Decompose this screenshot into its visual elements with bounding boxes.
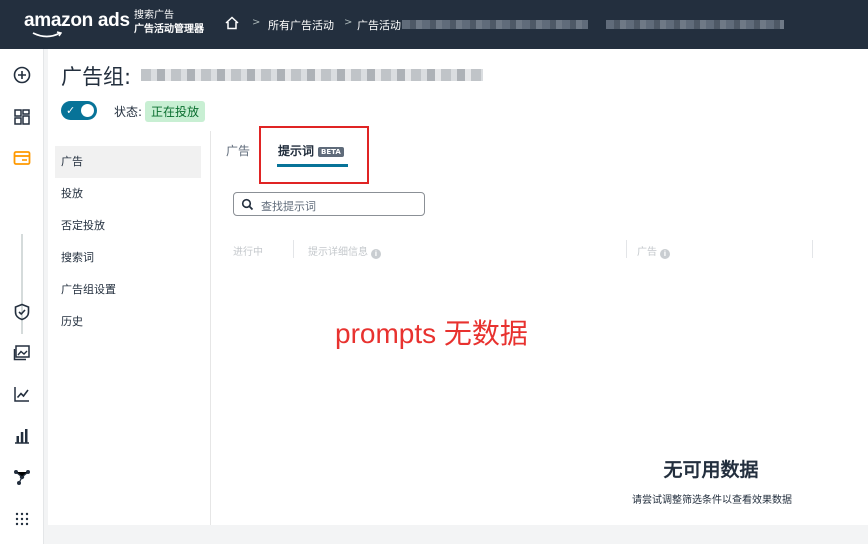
highlight-box xyxy=(259,126,369,184)
breadcrumb-separator: > xyxy=(344,17,353,28)
column-divider xyxy=(293,240,294,258)
left-icon-nav xyxy=(0,49,44,544)
page-title: 广告组: xyxy=(61,65,132,89)
subnav-item-search-terms[interactable]: 搜索词 xyxy=(55,242,201,274)
redacted-ad-group-name xyxy=(606,20,784,29)
line-chart-icon[interactable] xyxy=(12,384,32,404)
search-icon xyxy=(241,198,254,211)
image-gallery-icon[interactable] xyxy=(12,343,32,363)
amazon-ads-logo[interactable]: amazon ads xyxy=(24,10,130,32)
subnav-item-negative-targeting[interactable]: 否定投放 xyxy=(55,210,201,242)
column-header-active[interactable]: 进行中 xyxy=(233,243,263,258)
search-placeholder: 查找提示词 xyxy=(261,200,316,213)
dashboard-icon[interactable] xyxy=(12,107,32,127)
subnav-item-history[interactable]: 历史 xyxy=(55,306,201,338)
prompt-search-input[interactable]: 查找提示词 xyxy=(233,192,425,216)
toggle-knob xyxy=(81,104,94,117)
home-icon[interactable] xyxy=(224,15,240,31)
section-subnav: 广告 投放 否定投放 搜索词 广告组设置 历史 xyxy=(55,146,201,338)
status-badge: 正在投放 xyxy=(145,101,206,122)
column-header-ads[interactable]: 广告 i xyxy=(637,243,670,259)
top-bar: amazon ads 搜索广告 广告活动管理器 > 所有广告活动 > 广告活动 xyxy=(0,0,868,49)
main-content: 广告组: ✓ 状态: 正在投放 广告 投放 否定投放 搜索词 广告组设置 历史 … xyxy=(48,49,868,525)
product-name: 搜索广告 广告活动管理器 xyxy=(134,9,204,37)
product-line-2: 广告活动管理器 xyxy=(134,24,204,35)
network-icon[interactable] xyxy=(12,467,32,487)
info-icon[interactable]: i xyxy=(371,249,381,259)
empty-state-title: 无可用数据 xyxy=(663,459,759,481)
plus-circle-icon[interactable] xyxy=(12,65,32,85)
column-divider xyxy=(626,240,627,258)
logo-smile-icon xyxy=(32,31,62,38)
redacted-ad-group-title xyxy=(141,69,483,81)
subnav-item-targeting[interactable]: 投放 xyxy=(55,178,201,210)
column-header-ads-label: 广告 xyxy=(637,247,657,258)
column-divider xyxy=(812,240,813,258)
apps-grid-icon[interactable] xyxy=(12,509,32,529)
check-icon: ✓ xyxy=(66,104,76,117)
subnav-item-ads[interactable]: 广告 xyxy=(55,146,201,178)
annotation-text: prompts 无数据 xyxy=(335,318,528,349)
empty-state-subtitle: 请尝试调整筛选条件以查看效果数据 xyxy=(632,495,792,506)
breadcrumb-all-campaigns[interactable]: 所有广告活动 xyxy=(268,17,334,33)
tab-ads[interactable]: 广告 xyxy=(226,142,250,159)
campaign-icon[interactable] xyxy=(12,148,32,168)
column-header-prompt-details-label: 提示详细信息 xyxy=(308,247,368,258)
info-icon[interactable]: i xyxy=(660,249,670,259)
breadcrumb-campaign[interactable]: 广告活动 xyxy=(357,17,401,33)
subnav-item-ad-group-settings[interactable]: 广告组设置 xyxy=(55,274,201,306)
redacted-campaign-name xyxy=(402,20,588,29)
status-toggle[interactable]: ✓ xyxy=(61,101,97,120)
column-header-prompt-details[interactable]: 提示详细信息 i xyxy=(308,243,381,259)
status-label: 状态: xyxy=(114,105,143,119)
bar-chart-icon[interactable] xyxy=(12,426,32,446)
product-line-1: 搜索广告 xyxy=(134,10,174,21)
subnav-divider xyxy=(210,131,211,525)
breadcrumb-separator: > xyxy=(252,17,261,28)
shield-icon[interactable] xyxy=(12,302,32,322)
